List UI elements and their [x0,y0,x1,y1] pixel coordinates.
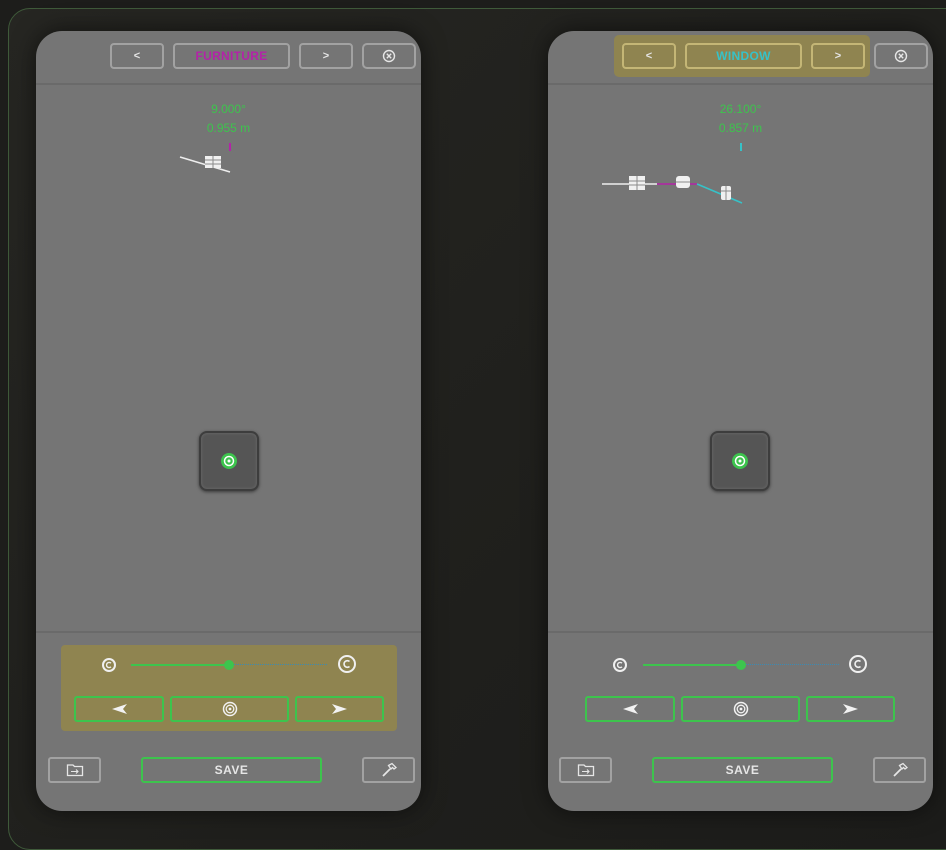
distance-readout: 0.955 m [206,121,251,135]
angle-readout: 9.000° [211,102,246,116]
arrow-right-icon [331,704,347,714]
rotation-slider[interactable] [131,657,327,673]
arrow-right-icon [842,704,858,714]
concentric-circle-icon [222,701,237,717]
target-icon [221,453,237,469]
rotate-cw-icon [343,659,351,669]
save-button[interactable]: SAVE [141,757,322,783]
rotate-cw-icon [854,659,862,669]
floorplan-preview [179,156,231,173]
save-button[interactable]: SAVE [652,757,833,783]
move-right-button[interactable] [806,696,895,722]
tools-button[interactable] [362,757,415,783]
center-object-button[interactable] [681,696,800,722]
target-icon [732,453,748,469]
arrow-left-icon [112,704,127,714]
open-folder-button[interactable] [559,757,612,783]
close-circle-icon [894,49,908,63]
open-folder-button[interactable] [48,757,101,783]
place-object-button[interactable] [199,431,259,491]
placement-marker [740,143,742,151]
top-nav-bar: < WINDOW > [548,31,933,85]
top-nav-bar: < FURNITURE > [36,31,421,85]
prev-category-button[interactable]: < [622,43,676,69]
desk-icon [205,156,221,168]
window-line [696,183,743,204]
close-button[interactable] [874,43,928,69]
rotate-left-button[interactable] [613,658,627,672]
rotation-slider-thumb[interactable] [224,660,234,670]
rotate-left-button[interactable] [102,658,116,672]
close-button[interactable] [362,43,416,69]
next-category-button[interactable]: > [299,43,353,69]
rotate-ccw-icon [616,661,623,669]
move-left-button[interactable] [585,696,675,722]
sofa-icon [676,176,690,188]
hammer-icon [381,762,397,777]
rotation-track-rest [229,664,327,665]
rotation-track-fill [131,664,229,666]
furniture-panel: < FURNITURE > 9.000° 0.955 m SAVE [36,31,421,811]
close-circle-icon [382,49,396,63]
category-title-button[interactable]: WINDOW [685,43,802,69]
folder-icon [66,764,83,777]
window-panel: < WINDOW > 26.100° 0.857 m SAVE [548,31,933,811]
rotate-right-button[interactable] [338,655,356,673]
distance-readout: 0.857 m [718,121,763,135]
rotate-right-button[interactable] [849,655,867,673]
place-object-button[interactable] [710,431,770,491]
center-object-button[interactable] [170,696,289,722]
floorplan-preview [602,176,743,204]
rotation-track-fill [643,664,741,666]
category-title-button[interactable]: FURNITURE [173,43,290,69]
move-left-button[interactable] [74,696,164,722]
rotation-slider[interactable] [643,657,839,673]
desk-icon [629,176,645,190]
arrow-left-icon [623,704,638,714]
rotation-track-rest [741,664,839,665]
rotation-slider-thumb[interactable] [736,660,746,670]
prev-category-button[interactable]: < [110,43,164,69]
folder-icon [577,764,594,777]
window-icon [721,186,731,200]
rotate-ccw-icon [105,661,112,669]
hammer-icon [892,762,908,777]
angle-readout: 26.100° [719,102,762,116]
concentric-circle-icon [733,701,748,717]
controls-divider [548,631,933,633]
tools-button[interactable] [873,757,926,783]
controls-divider [36,631,421,633]
move-right-button[interactable] [295,696,384,722]
next-category-button[interactable]: > [811,43,865,69]
